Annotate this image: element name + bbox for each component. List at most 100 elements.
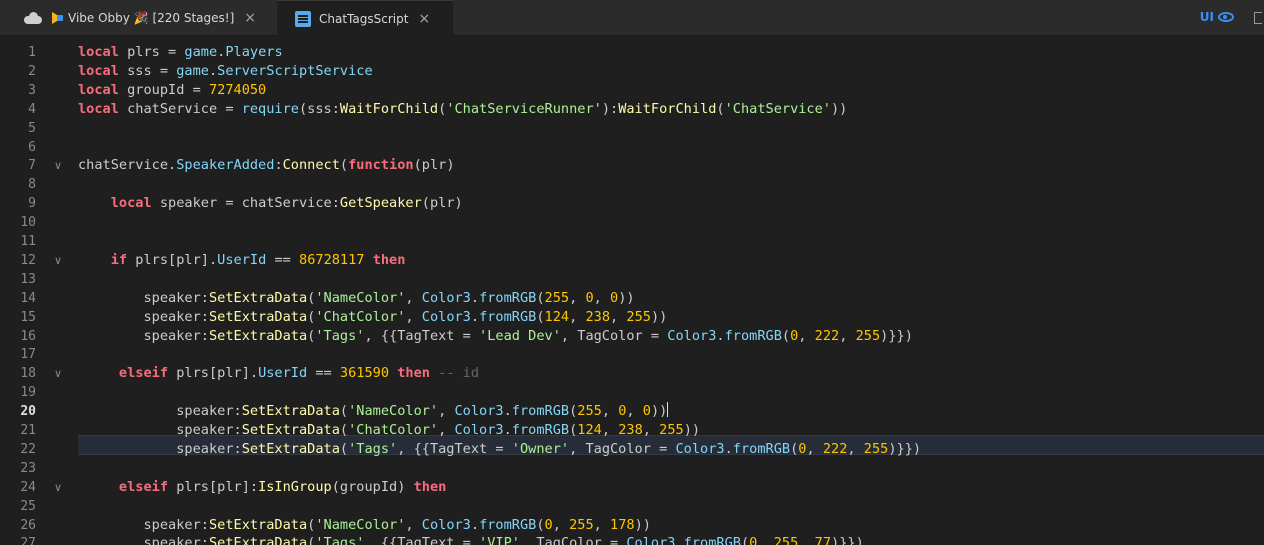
- code-token: Color3: [675, 440, 725, 457]
- code-token: 255: [659, 422, 684, 438]
- code-line[interactable]: 2 local sss = game.ServerScriptService: [0, 62, 1264, 81]
- code-line[interactable]: 3 local groupId = 7274050: [0, 81, 1264, 100]
- code-token: 0: [642, 403, 651, 420]
- close-icon[interactable]: ×: [418, 11, 430, 27]
- code-token: groupId =: [118, 81, 209, 98]
- code-text: local plrs = game.Players: [78, 43, 283, 62]
- code-token: )): [634, 516, 651, 533]
- code-token: )): [618, 289, 635, 306]
- code-token: , TagColor =: [519, 535, 627, 545]
- code-token: sss =: [118, 62, 177, 79]
- code-token: ==: [307, 365, 340, 382]
- tab-place[interactable]: Vibe Obby 🎉 [220 Stages!] ×: [18, 0, 276, 36]
- line-number: 13: [20, 271, 36, 287]
- code-token: UserId: [258, 365, 308, 382]
- code-token: :: [274, 157, 283, 174]
- code-token: ,: [552, 516, 570, 533]
- code-token: SetExtraData: [208, 308, 308, 325]
- code-line[interactable]: 4 local chatService = require(sss:WaitFor…: [0, 100, 1264, 119]
- code-line[interactable]: 11: [0, 232, 1264, 251]
- code-text: speaker:SetExtraData ('NameColor', Color3…: [78, 516, 651, 535]
- code-line[interactable]: 17: [0, 345, 1264, 364]
- code-line[interactable]: 21 speaker:SetExtraData('ChatColor', Col…: [0, 421, 1264, 440]
- code-editor[interactable]: 1 local plrs = game.Players 2 local sss = g…: [0, 37, 1264, 545]
- code-text: speaker:SetExtraData('ChatColor', Color3…: [78, 421, 700, 440]
- code-token: -- id: [438, 365, 480, 382]
- code-line[interactable]: 27 speaker:SetExtraData ('Tags', {{TagTex…: [0, 534, 1264, 545]
- code-token: 'Lead Dev': [479, 327, 561, 344]
- code-token: (groupId): [331, 478, 414, 495]
- code-line[interactable]: 8: [0, 175, 1264, 194]
- code-token: plrs[plr].: [168, 365, 259, 382]
- code-token: ,: [626, 403, 643, 420]
- code-line[interactable]: 10: [0, 213, 1264, 232]
- fold-chevron-icon[interactable]: ∨: [54, 364, 66, 383]
- party-popper-icon: [52, 11, 66, 25]
- code-token: SetExtraData: [208, 535, 308, 545]
- code-token: Color3: [454, 422, 504, 438]
- code-token: ==: [266, 251, 300, 268]
- code-token: local: [78, 62, 119, 79]
- line-number: 16: [20, 328, 36, 344]
- fold-chevron-icon[interactable]: ∨: [54, 251, 66, 270]
- code-line[interactable]: 23: [0, 459, 1264, 478]
- code-token: 0: [544, 516, 553, 533]
- code-token: SetExtraData: [208, 327, 308, 344]
- code-token: 7274050: [208, 81, 267, 98]
- code-line[interactable]: 18 ∨ elseif plrs[plr].UserId == 361590 th…: [0, 364, 1264, 383]
- code-line[interactable]: 14 speaker:SetExtraData ('NameColor', Col…: [0, 289, 1264, 308]
- code-line[interactable]: 1 local plrs = game.Players: [0, 43, 1264, 62]
- ui-visibility-toggle[interactable]: UI: [1200, 10, 1234, 24]
- line-number: 17: [20, 347, 36, 363]
- code-token: plrs[plr].: [127, 251, 218, 268]
- code-line[interactable]: 5: [0, 119, 1264, 138]
- code-token: Color3: [667, 327, 717, 344]
- fold-chevron-icon[interactable]: ∨: [54, 156, 66, 175]
- code-token: local: [78, 81, 119, 98]
- code-token: ,: [642, 422, 660, 438]
- code-line[interactable]: 7 ∨ chatService.SpeakerAdded:Connect(funct…: [0, 156, 1264, 175]
- code-line[interactable]: 20 speaker:SetExtraData('NameColor', Col…: [0, 402, 1264, 421]
- code-token: (: [339, 422, 349, 438]
- code-token: then: [413, 478, 447, 495]
- code-token: ,: [405, 308, 422, 325]
- code-token: Color3: [421, 516, 471, 533]
- code-line[interactable]: 19: [0, 383, 1264, 402]
- code-line[interactable]: 26 speaker:SetExtraData ('NameColor', Col…: [0, 516, 1264, 535]
- code-token: (: [536, 289, 545, 306]
- code-token: ,: [757, 535, 774, 545]
- code-token: .: [503, 422, 512, 438]
- line-number: 15: [20, 309, 36, 325]
- code-token: ServerScriptService: [217, 62, 373, 79]
- code-line[interactable]: 6: [0, 138, 1264, 157]
- code-token: ,: [438, 403, 455, 420]
- code-token: 'Owner': [511, 440, 570, 457]
- code-line[interactable]: 22 speaker:SetExtraData('Tags', {{TagTex…: [0, 440, 1264, 459]
- close-icon[interactable]: ×: [244, 10, 256, 26]
- eye-icon: [1218, 12, 1234, 22]
- code-line[interactable]: 25: [0, 497, 1264, 516]
- code-line[interactable]: 15 speaker:SetExtraData ('ChatColor', Col…: [0, 308, 1264, 327]
- code-line[interactable]: 24 ∨ elseif plrs[plr]:IsInGroup(groupId) …: [0, 478, 1264, 497]
- code-token: 222: [814, 327, 840, 344]
- code-token: , {{TagText =: [397, 440, 512, 457]
- code-text: local groupId = 7274050: [78, 81, 266, 100]
- code-line[interactable]: 9 local speaker = chatService:GetSpeaker…: [0, 194, 1264, 213]
- line-number: 9: [28, 196, 36, 212]
- code-line[interactable]: 12 ∨ if plrs[plr].UserId == 86728117 then: [0, 251, 1264, 270]
- code-token: fromRGB: [511, 422, 570, 438]
- split-view-icon[interactable]: [1254, 12, 1262, 24]
- code-token: .: [724, 440, 733, 457]
- fold-chevron-icon[interactable]: ∨: [54, 478, 66, 497]
- code-token: SetExtraData: [241, 403, 340, 420]
- code-token: speaker:: [78, 308, 209, 325]
- code-token: .: [208, 62, 218, 79]
- code-line[interactable]: 13: [0, 270, 1264, 289]
- code-token: .: [675, 535, 684, 545]
- code-token: (: [536, 516, 545, 533]
- code-line[interactable]: 16 speaker:SetExtraData ('Tags', {{TagTex…: [0, 327, 1264, 346]
- tab-script[interactable]: ChatTagsScript ×: [277, 0, 453, 36]
